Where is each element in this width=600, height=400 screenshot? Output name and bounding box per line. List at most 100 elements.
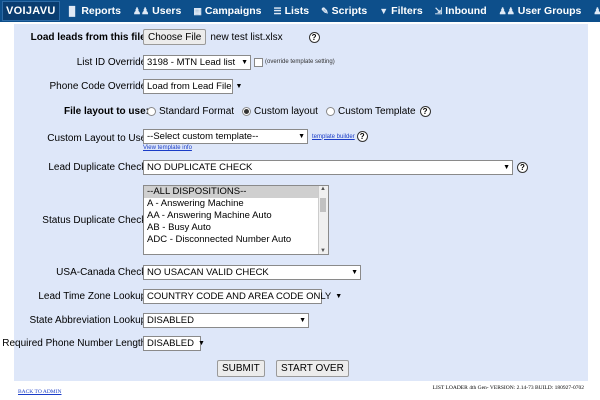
load-leads-help-icon[interactable]: ?	[308, 31, 320, 43]
custom-layout-row: Custom Layout to Use: --Select custom te…	[14, 127, 588, 153]
time-zone-row: Lead Time Zone Lookup: COUNTRY CODE AND …	[14, 288, 588, 304]
lead-duplicate-help-icon[interactable]: ?	[517, 161, 528, 173]
chevron-down-icon: ▼	[235, 82, 243, 90]
list-id-select[interactable]: 3198 - MTN Lead list ▼	[143, 54, 251, 70]
custom-layout-label: Custom Layout to Use:	[47, 133, 149, 144]
custom-layout-value: --Select custom template--	[147, 131, 259, 142]
app-logo[interactable]: VOIJAVU	[2, 1, 60, 21]
nav-filters[interactable]: ▼ Filters	[379, 5, 422, 17]
footer-left: BACK TO ADMIN	[18, 385, 62, 396]
nav-scripts[interactable]: ✎ Scripts	[321, 5, 367, 17]
file-layout-row: File layout to use: Standard Format Cust…	[14, 103, 588, 119]
nav-label: Inbound	[445, 5, 487, 17]
custom-template-label: Custom Template	[337, 105, 416, 117]
phone-code-row: Phone Code Override: Load from Lead File…	[14, 78, 588, 94]
lead-duplicate-label: Lead Duplicate Check:	[48, 161, 149, 173]
load-leads-row: Load leads from this file: Choose File n…	[14, 28, 588, 46]
nav-lists[interactable]: ☰ Lists	[274, 5, 310, 17]
time-zone-select[interactable]: COUNTRY CODE AND AREA CODE ONLY ▼	[143, 288, 342, 304]
chevron-down-icon: ▼	[335, 292, 343, 300]
phone-code-value: Load from Lead File	[147, 80, 232, 92]
list-item[interactable]: --ALL DISPOSITIONS--	[144, 186, 328, 198]
lead-duplicate-value: NO DUPLICATE CHECK	[147, 161, 253, 173]
start-over-button[interactable]: START OVER	[276, 359, 349, 377]
back-to-admin-link[interactable]: BACK TO ADMIN	[18, 389, 62, 395]
override-template-checkbox[interactable]	[254, 57, 263, 67]
nav-label: Campaigns	[204, 5, 262, 17]
chevron-down-icon: ▼	[503, 163, 510, 171]
nav-label: Filters	[391, 5, 423, 17]
nav-user-groups[interactable]: ♟♟ User Groups	[499, 5, 582, 17]
nav-menu: ▐▌ Reports ♟♟ Users ▦ Campaigns ☰ Lists ✎ Scripts…	[66, 5, 600, 17]
nav-remote-agents[interactable]: ♟↗Remote Agents	[593, 5, 600, 17]
nav-label: User Groups	[517, 5, 582, 17]
nav-label: Users	[152, 5, 182, 17]
list-loader-form: Load leads from this file: Choose File n…	[2, 24, 588, 395]
custom-template-radio[interactable]	[325, 106, 335, 116]
custom-template-option[interactable]: Custom Template	[325, 105, 416, 117]
scroll-up-icon[interactable]: ▲	[320, 186, 326, 192]
standard-format-radio[interactable]	[147, 106, 156, 116]
load-leads-label: Load leads from this file:	[30, 31, 149, 43]
list-id-value: 3198 - MTN Lead list	[147, 56, 236, 68]
lists-icon: ☰	[273, 5, 282, 16]
nav-label: Lists	[284, 5, 310, 17]
view-template-info-link[interactable]: View template info	[143, 145, 192, 151]
form-actions: SUBMIT START OVER	[14, 359, 588, 377]
custom-layout-radio[interactable]	[242, 106, 252, 116]
user-groups-icon: ♟♟	[498, 5, 515, 16]
usa-canada-value: NO USACAN VALID CHECK	[147, 266, 269, 278]
phone-code-select[interactable]: Load from Lead File ▼	[143, 78, 242, 94]
list-id-row: List ID Override: 3198 - MTN Lead list ▼…	[14, 54, 588, 70]
choose-file-button[interactable]: Choose File	[143, 29, 207, 45]
reports-icon: ▐▌	[65, 6, 79, 16]
inbound-icon: ⇲	[434, 5, 443, 16]
version-info: LIST LOADER 4th Gen- VERSION: 2.14-73 BU…	[432, 385, 584, 391]
state-abbreviation-value: DISABLED	[147, 314, 194, 326]
scroll-down-icon[interactable]: ▼	[320, 248, 326, 254]
time-zone-value: COUNTRY CODE AND AREA CODE ONLY	[147, 290, 332, 302]
nav-users[interactable]: ♟♟ Users	[133, 5, 181, 17]
usa-canada-select[interactable]: NO USACAN VALID CHECK ▼	[143, 264, 361, 280]
status-duplicate-listbox[interactable]: --ALL DISPOSITIONS-- A - Answering Machi…	[143, 185, 329, 255]
nav-campaigns[interactable]: ▦ Campaigns	[193, 5, 261, 17]
state-abbreviation-select[interactable]: DISABLED ▼	[143, 312, 309, 328]
nav-reports[interactable]: ▐▌ Reports	[66, 5, 121, 17]
nav-inbound[interactable]: ⇲ Inbound	[435, 5, 487, 17]
state-abbreviation-row: State Abbreviation Lookup: DISABLED ▼	[14, 312, 588, 328]
scrollbar-thumb[interactable]	[320, 198, 326, 212]
required-phone-length-row: Required Phone Number Length: DISABLED ▼	[2, 335, 588, 351]
file-layout-help-icon[interactable]: ?	[419, 105, 431, 117]
custom-layout-help-icon[interactable]: ?	[356, 131, 368, 142]
required-phone-length-value: DISABLED	[147, 337, 194, 349]
submit-button[interactable]: SUBMIT	[217, 359, 265, 377]
listbox-scrollbar[interactable]: ▲ ▼	[318, 186, 328, 254]
required-phone-length-select[interactable]: DISABLED ▼	[143, 335, 205, 351]
list-item[interactable]: AB - Busy Auto	[144, 222, 328, 234]
list-item[interactable]: A - Answering Machine	[144, 198, 328, 210]
lead-duplicate-select[interactable]: NO DUPLICATE CHECK ▼	[143, 159, 513, 175]
chevron-down-icon: ▼	[351, 268, 358, 276]
chevron-down-icon: ▼	[198, 339, 205, 347]
top-nav-bar: VOIJAVU ▐▌ Reports ♟♟ Users ▦ Campaigns ☰ Lists…	[0, 0, 600, 22]
override-template-note: (override template setting)	[265, 59, 335, 65]
filters-icon: ▼	[379, 6, 389, 16]
usa-canada-label: USA-Canada Check:	[56, 266, 149, 278]
custom-layout-label: Custom layout	[254, 105, 318, 117]
lead-duplicate-row: Lead Duplicate Check: NO DUPLICATE CHECK…	[14, 159, 588, 175]
chevron-down-icon: ▼	[241, 58, 248, 66]
scripts-icon: ✎	[321, 5, 329, 16]
standard-format-option[interactable]: Standard Format	[147, 106, 234, 117]
file-layout-label: File layout to use:	[63, 105, 149, 117]
list-item[interactable]: AA - Answering Machine Auto	[144, 210, 328, 222]
campaigns-icon: ▦	[193, 5, 202, 16]
custom-layout-option[interactable]: Custom layout	[242, 106, 318, 117]
template-builder-link[interactable]: template builder	[312, 134, 355, 140]
standard-format-label: Standard Format	[159, 105, 235, 117]
chevron-down-icon: ▼	[298, 133, 305, 140]
users-icon: ♟♟	[133, 5, 150, 16]
custom-layout-select[interactable]: --Select custom template-- ▼	[143, 129, 308, 144]
selected-file-name: new test list.xlsx	[210, 31, 283, 43]
list-item[interactable]: ADC - Disconnected Number Auto	[144, 234, 328, 246]
list-id-label: List ID Override:	[76, 56, 149, 68]
